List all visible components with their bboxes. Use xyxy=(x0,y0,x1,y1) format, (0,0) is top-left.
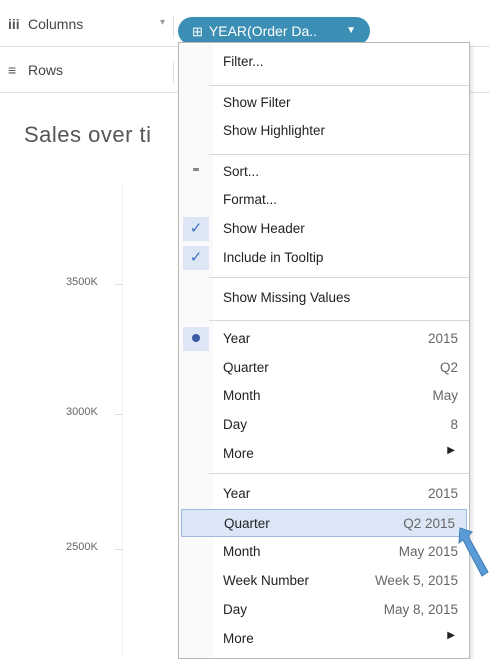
menu-item-more-discrete[interactable]: More ▶ xyxy=(179,440,469,468)
y-tick-3500k: 3500K xyxy=(66,276,98,288)
menu-item-include-in-tooltip[interactable]: ✓ Include in Tooltip xyxy=(179,244,469,272)
menu-item-value: May xyxy=(432,388,458,403)
menu-item-label: Day xyxy=(223,602,248,617)
menu-item-label: Day xyxy=(223,417,248,432)
menu-item-day-discrete[interactable]: Day 8 xyxy=(179,411,469,439)
menu-separator xyxy=(209,154,469,155)
menu-item-label: Show Filter xyxy=(223,95,291,110)
menu-item-label: Month xyxy=(223,544,261,559)
y-tick-mark xyxy=(115,549,123,550)
columns-shelf: iii Columns ▾ ⊞ YEAR(Order Da.. ▼ xyxy=(0,6,490,47)
menu-separator xyxy=(209,277,469,278)
year-order-date-pill[interactable]: ⊞ YEAR(Order Da.. ▼ xyxy=(178,17,370,45)
menu-item-label: Include in Tooltip xyxy=(223,250,324,265)
menu-item-quarter-discrete[interactable]: Quarter Q2 xyxy=(179,354,469,382)
columns-shelf-label[interactable]: iii Columns ▾ xyxy=(8,16,174,38)
columns-label: Columns xyxy=(28,16,84,32)
pill-context-menu: Filter... Show Filter Show Highlighter ⁼… xyxy=(178,42,470,659)
menu-item-value: 2015 xyxy=(427,331,458,346)
submenu-arrow-icon: ▶ xyxy=(447,630,455,641)
menu-item-label: More xyxy=(223,446,254,461)
columns-dropdown-icon[interactable]: ▾ xyxy=(160,17,165,28)
y-tick-mark xyxy=(115,284,123,285)
menu-item-show-filter[interactable]: Show Filter xyxy=(179,89,469,117)
menu-item-label: Quarter xyxy=(223,360,269,375)
menu-item-month-continuous[interactable]: Month May 2015 xyxy=(179,538,469,566)
menu-item-label: Format... xyxy=(223,192,278,207)
menu-item-filter[interactable]: Filter... xyxy=(179,48,469,76)
y-tick-2500k: 2500K xyxy=(66,541,98,553)
columns-icon: iii xyxy=(8,16,20,32)
rows-shelf-label[interactable]: ≡ Rows xyxy=(8,62,174,84)
menu-item-show-missing-values[interactable]: Show Missing Values xyxy=(179,284,469,312)
y-tick-mark xyxy=(115,414,123,415)
menu-item-value: May 2015 xyxy=(398,544,458,559)
menu-item-day-continuous[interactable]: Day May 8, 2015 xyxy=(179,596,469,624)
pill-label: YEAR(Order Da.. xyxy=(208,23,318,39)
radio-selected-icon xyxy=(183,327,209,351)
sort-icon: ⁼ xyxy=(192,164,200,179)
menu-separator xyxy=(209,320,469,321)
menu-item-show-header[interactable]: ✓ Show Header xyxy=(179,215,469,243)
menu-item-month-discrete[interactable]: Month May xyxy=(179,382,469,410)
menu-item-label: Year xyxy=(223,331,251,346)
checkmark-icon: ✓ xyxy=(183,217,209,241)
menu-item-value: Week 5, 2015 xyxy=(374,573,458,588)
pill-caret-icon[interactable]: ▼ xyxy=(346,17,356,45)
menu-item-label: Filter... xyxy=(223,54,264,69)
menu-item-sort[interactable]: ⁼ Sort... xyxy=(179,158,469,186)
menu-item-label: Sort... xyxy=(223,164,260,179)
menu-item-format[interactable]: Format... xyxy=(179,186,469,214)
rows-label: Rows xyxy=(28,62,64,78)
menu-separator xyxy=(209,85,469,86)
rows-icon: ≡ xyxy=(8,62,17,78)
menu-separator xyxy=(209,473,469,474)
y-tick-3000k: 3000K xyxy=(66,406,98,418)
menu-item-value: Q2 xyxy=(439,360,458,375)
checkmark-icon: ✓ xyxy=(183,246,209,270)
menu-item-label: More xyxy=(223,631,254,646)
menu-item-value: Q2 2015 xyxy=(403,516,455,531)
menu-item-label: Year xyxy=(223,486,251,501)
menu-item-week-number-continuous[interactable]: Week Number Week 5, 2015 xyxy=(179,567,469,595)
menu-item-label: Month xyxy=(223,388,261,403)
menu-item-show-highlighter[interactable]: Show Highlighter xyxy=(179,117,469,145)
menu-item-label: Quarter xyxy=(224,516,270,531)
menu-item-label: Show Missing Values xyxy=(223,290,351,305)
menu-item-label: Show Header xyxy=(223,221,305,236)
axis-line xyxy=(122,185,123,655)
menu-item-label: Week Number xyxy=(223,573,310,588)
menu-item-value: 8 xyxy=(450,417,458,432)
chart-title: Sales over ti xyxy=(24,122,152,147)
menu-item-year-continuous[interactable]: Year 2015 xyxy=(179,480,469,508)
menu-item-value: May 8, 2015 xyxy=(383,602,458,617)
menu-item-label: Show Highlighter xyxy=(223,123,326,138)
menu-item-quarter-continuous[interactable]: Quarter Q2 2015 xyxy=(181,509,467,537)
menu-item-value: 2015 xyxy=(427,486,458,501)
submenu-arrow-icon: ▶ xyxy=(447,445,455,456)
pointer-arrow-icon xyxy=(458,527,489,577)
menu-item-more-continuous[interactable]: More ▶ xyxy=(179,625,469,653)
menu-item-year-discrete[interactable]: Year 2015 xyxy=(179,325,469,353)
